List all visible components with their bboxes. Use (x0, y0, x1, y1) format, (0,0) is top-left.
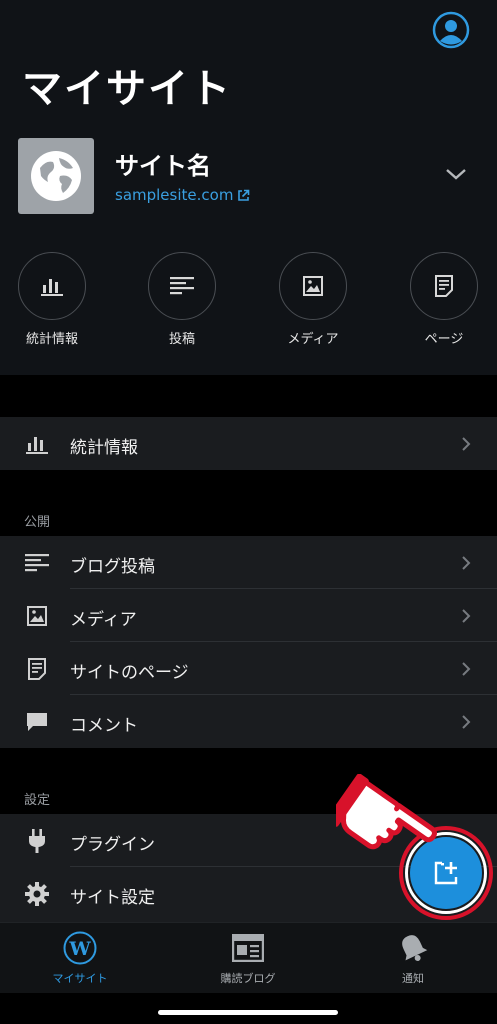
quick-action-label: 統計情報 (25, 332, 78, 347)
list-item-label: サイト設定 (70, 888, 155, 908)
pointing-hand-icon (326, 773, 446, 870)
chevron-right-icon (460, 435, 472, 453)
chevron-right-icon (460, 660, 472, 678)
quick-action-label: メディア (287, 332, 339, 347)
pages-icon (435, 275, 453, 297)
list-item-blog-posts[interactable]: ブログ投稿 (0, 536, 497, 589)
list-item-label: メディア (70, 610, 137, 630)
quick-action-circle (18, 252, 86, 320)
quick-action-media[interactable]: メディア (279, 252, 347, 347)
pages-icon (24, 656, 50, 682)
svg-text:W: W (68, 938, 91, 960)
chevron-right-icon (460, 607, 472, 625)
reader-icon (193, 931, 303, 965)
list-item-media[interactable]: メディア (0, 589, 497, 642)
tab-notifications[interactable]: 通知 (358, 931, 468, 986)
bottom-tab-bar: W マイサイト 購読ブログ 通知 (0, 922, 497, 993)
quick-action-label: 投稿 (168, 332, 195, 347)
stats-icon (24, 431, 50, 457)
publish-card: ブログ投稿 メディア サイトのページ コメント (0, 536, 497, 748)
list-item-label: プラグイン (70, 835, 155, 855)
plugin-icon (24, 828, 50, 854)
quick-action-pages[interactable]: ページ (410, 252, 478, 347)
gear-icon (24, 881, 50, 907)
list-item-label: ブログ投稿 (70, 557, 155, 577)
wordpress-logo-icon: W (25, 931, 135, 965)
chevron-down-icon[interactable] (442, 164, 470, 184)
site-url-link[interactable]: samplesite.com (115, 186, 250, 204)
site-name[interactable]: サイト名 (115, 146, 211, 181)
section-label-publish: 公開 (24, 515, 51, 530)
comment-icon (24, 709, 50, 735)
stats-icon (41, 279, 63, 296)
quick-action-stats[interactable]: 統計情報 (18, 252, 86, 347)
media-icon (303, 276, 323, 296)
tab-label: マイサイト (52, 972, 108, 985)
quick-action-circle (410, 252, 478, 320)
list-item-label: 統計情報 (70, 438, 138, 458)
quick-action-posts[interactable]: 投稿 (148, 252, 216, 347)
home-indicator[interactable] (158, 1010, 338, 1015)
stats-card: 統計情報 (0, 417, 497, 470)
quick-action-circle (279, 252, 347, 320)
list-item-site-pages[interactable]: サイトのページ (0, 642, 497, 695)
site-icon[interactable] (18, 138, 94, 214)
tab-my-site[interactable]: W マイサイト (25, 931, 135, 986)
posts-icon (24, 550, 50, 576)
quick-action-circle (148, 252, 216, 320)
list-item-label: コメント (70, 716, 138, 736)
list-item-comments[interactable]: コメント (0, 695, 497, 748)
site-url-text: samplesite.com (115, 186, 234, 204)
account-circle-icon[interactable] (432, 11, 470, 49)
list-item-stats[interactable]: 統計情報 (0, 417, 497, 470)
tab-label: 購読ブログ (220, 972, 276, 985)
external-link-icon (238, 189, 250, 201)
media-icon (24, 603, 50, 629)
quick-action-label: ページ (424, 332, 464, 347)
bell-icon (358, 931, 468, 965)
section-label-settings: 設定 (24, 793, 51, 808)
page-title: マイサイト (22, 65, 232, 112)
globe-icon (31, 151, 81, 201)
site-header: マイサイト サイト名 samplesite.com 統計情報 投稿 メディア ペ… (0, 0, 497, 375)
chevron-right-icon (460, 713, 472, 731)
list-item-label: サイトのページ (70, 663, 189, 683)
tab-reader[interactable]: 購読ブログ (193, 931, 303, 986)
chevron-right-icon (460, 554, 472, 572)
posts-icon (170, 277, 194, 295)
tab-label: 通知 (402, 972, 424, 985)
